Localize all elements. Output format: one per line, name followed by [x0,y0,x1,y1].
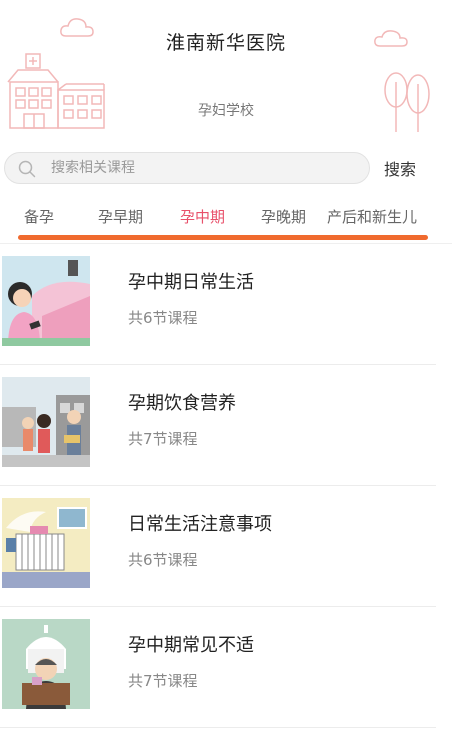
divider [0,727,436,728]
doctor-at-podium-illustration [2,619,90,709]
course-title: 日常生活注意事项 [128,514,272,535]
course-item[interactable]: 孕中期常见不适 共7节课程 [0,607,452,728]
tab-mid-pregnancy[interactable]: 孕中期 [180,206,225,227]
course-count: 共7节课程 [128,672,198,690]
course-item[interactable]: 孕中期日常生活 共6节课程 [0,244,452,365]
tab-postpartum-newborn[interactable]: 产后和新生儿 [327,206,417,227]
search-bar: 搜索 [0,150,452,186]
stage-tabs: 备孕 孕早期 孕中期 孕晚期 产后和新生儿 [0,200,452,244]
search-icon [18,160,36,178]
course-title: 孕中期日常生活 [128,272,254,293]
header: 淮南新华医院 孕妇学校 [0,0,452,140]
tab-pre-pregnancy[interactable]: 备孕 [24,206,54,227]
tab-indicator [18,235,428,240]
course-title: 孕期饮食营养 [128,393,236,414]
search-button[interactable]: 搜索 [384,156,416,180]
course-count: 共7节课程 [128,430,198,448]
course-item[interactable]: 孕期饮食营养 共7节课程 [0,365,452,486]
tab-early-pregnancy[interactable]: 孕早期 [98,206,143,227]
radiator-room-illustration [2,498,90,588]
family-shopping-illustration [2,377,90,467]
page-subtitle: 孕妇学校 [198,103,254,119]
course-count: 共6节课程 [128,309,198,327]
page-title: 淮南新华医院 [165,32,286,54]
pregnant-woman-with-phone-illustration [2,256,90,346]
course-item[interactable]: 日常生活注意事项 共6节课程 [0,486,452,607]
search-input[interactable] [51,153,351,183]
course-count: 共6节课程 [128,551,198,569]
tab-late-pregnancy[interactable]: 孕晚期 [261,206,306,227]
course-title: 孕中期常见不适 [128,635,254,656]
search-field[interactable] [4,152,370,184]
